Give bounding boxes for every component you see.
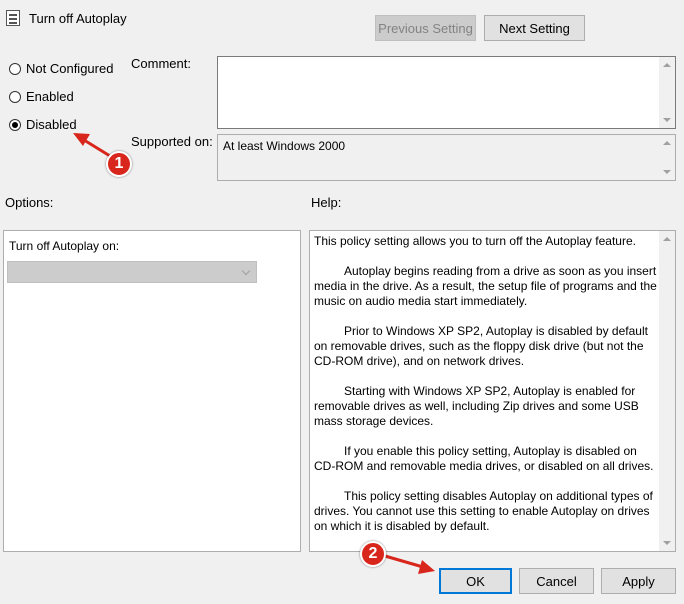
annotation-arrow-1 xyxy=(73,133,111,158)
annotation-badge-1: 1 xyxy=(106,151,132,177)
annotation-badge-2: 2 xyxy=(360,541,386,567)
annotation-arrow-2 xyxy=(384,554,435,574)
annotation-overlay xyxy=(73,133,435,574)
